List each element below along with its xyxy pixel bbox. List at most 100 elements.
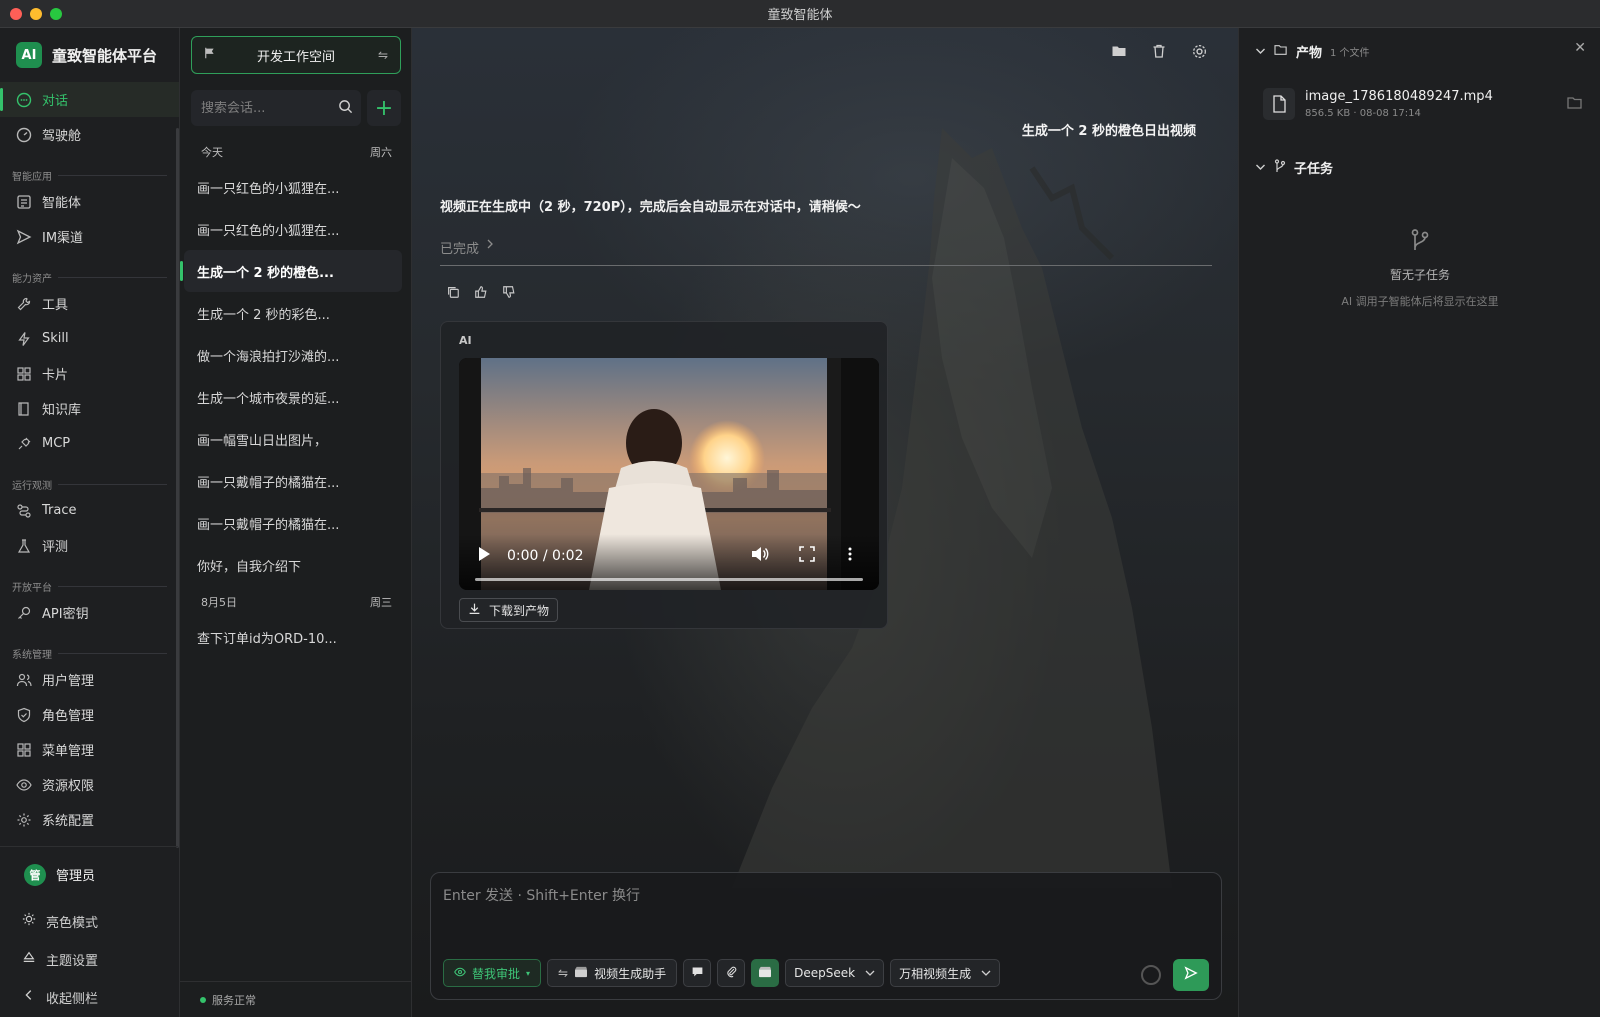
session-item[interactable]: 做一个海浪拍打沙滩的...: [184, 334, 402, 376]
flask-icon: [16, 538, 32, 554]
user-message: 生成一个 2 秒的橙色日出视频: [1021, 124, 1196, 139]
sidebar-scrollbar[interactable]: [176, 128, 179, 848]
swap-icon: ⇋: [558, 966, 569, 980]
model-select[interactable]: DeepSeek: [785, 959, 885, 987]
session-search-input[interactable]: [201, 100, 331, 116]
nav-item-label: 卡片: [42, 368, 69, 383]
session-item[interactable]: 画一幅雪山日出图片，: [184, 418, 402, 460]
message-input[interactable]: [443, 885, 1203, 935]
book-icon: [16, 401, 32, 417]
nav-item-tools[interactable]: 工具: [0, 286, 179, 321]
send-icon: [16, 229, 32, 245]
download-icon: [468, 602, 481, 618]
session-item[interactable]: 画一只红色的小狐狸在...: [184, 208, 402, 250]
file-icon: [1263, 88, 1295, 120]
video-progress-bar[interactable]: [475, 578, 863, 581]
thumbs-down-icon[interactable]: [502, 285, 516, 299]
minimize-window-button[interactable]: [30, 8, 42, 20]
window-controls: [10, 8, 62, 20]
nav-item-agents[interactable]: 智能体: [0, 184, 179, 219]
theme-settings-button[interactable]: 主题设置: [0, 940, 178, 978]
session-item[interactable]: 查下订单id为ORD-10...: [184, 616, 402, 658]
fullscreen-icon[interactable]: [799, 546, 815, 566]
user-profile[interactable]: 管 管理员: [0, 847, 178, 902]
nav-group-title: 智能应用: [0, 152, 179, 184]
zoom-window-button[interactable]: [50, 8, 62, 20]
main-sidebar: AI 童致智能体平台 对话 驾驶舱 智能应用 智能体 IM渠道 能力资产 工具 …: [0, 28, 180, 1017]
nav-group-title: 能力资产: [0, 254, 179, 286]
avatar: 管: [24, 863, 46, 886]
nav-item-knowledge-base[interactable]: 知识库: [0, 391, 179, 426]
nav-item-cards[interactable]: 卡片: [0, 356, 179, 391]
close-icon[interactable]: ✕: [1574, 40, 1586, 56]
nav-item-skill[interactable]: Skill: [0, 321, 179, 356]
subtasks-header[interactable]: 子任务: [1255, 158, 1333, 177]
volume-icon[interactable]: [751, 546, 769, 566]
nav-item-role-management[interactable]: 角色管理: [0, 697, 179, 732]
folder-icon[interactable]: [1110, 42, 1128, 60]
collapse-sidebar-button[interactable]: 收起侧栏: [0, 978, 178, 1016]
session-item[interactable]: 生成一个城市夜景的延...: [184, 376, 402, 418]
composer-toolbar: 替我审批 ▾ ⇋ 视频生成助手 DeepSeek 万相视频生成: [443, 959, 1001, 987]
artifacts-count: 1 个文件: [1330, 48, 1370, 59]
session-date: 8月5日: [201, 596, 237, 609]
nav-item-chat[interactable]: 对话: [0, 82, 179, 117]
download-to-artifacts-button[interactable]: 下载到产物: [459, 598, 559, 622]
generation-mode-select[interactable]: 万相视频生成: [890, 959, 1001, 987]
artifact-file-item[interactable]: image_1786180489247.mp4 856.5 KB · 08-08…: [1263, 88, 1583, 120]
new-session-button[interactable]: +: [367, 90, 401, 126]
eye-icon: [16, 777, 32, 793]
session-item[interactable]: 生成一个 2 秒的彩色...: [184, 292, 402, 334]
session-item[interactable]: 画一只戴帽子的橘猫在...: [184, 460, 402, 502]
nav-item-trace[interactable]: Trace: [0, 493, 179, 528]
send-icon: [1184, 966, 1198, 984]
session-search: [191, 90, 361, 126]
paperclip-icon: [725, 965, 738, 981]
nav-item-evaluation[interactable]: 评测: [0, 528, 179, 563]
close-window-button[interactable]: [10, 8, 22, 20]
nav-item-api-keys[interactable]: API密钥: [0, 595, 179, 630]
nav-item-user-management[interactable]: 用户管理: [0, 662, 179, 697]
chat-bubble-button[interactable]: [683, 959, 712, 987]
users-icon: [16, 672, 32, 688]
theme-settings-label: 主题设置: [46, 953, 99, 969]
search-icon[interactable]: [338, 99, 353, 118]
open-folder-icon[interactable]: [1567, 96, 1583, 114]
light-mode-toggle[interactable]: 亮色模式: [0, 902, 178, 940]
video-mode-button[interactable]: [751, 959, 780, 987]
attach-button[interactable]: [717, 959, 746, 987]
nav-item-dashboard[interactable]: 驾驶舱: [0, 117, 179, 152]
nav-item-menu-management[interactable]: 菜单管理: [0, 732, 179, 767]
more-options-icon[interactable]: [847, 546, 853, 566]
workspace-name: 开发工作空间: [256, 49, 335, 65]
nav-item-label: 资源权限: [42, 779, 95, 794]
completed-toggle[interactable]: 已完成: [440, 238, 1212, 266]
video-player[interactable]: 0:00 / 0:02: [459, 358, 879, 590]
send-button[interactable]: [1173, 959, 1209, 991]
ai-message: 视频正在生成中（2 秒，720P），完成后会自动显示在对话中，请稍候～: [440, 200, 861, 215]
nav-item-resource-permissions[interactable]: 资源权限: [0, 767, 179, 802]
session-item-active[interactable]: 生成一个 2 秒的橙色...: [180, 250, 402, 292]
service-status-text: 服务正常: [212, 993, 256, 1007]
agent-selector[interactable]: ⇋ 视频生成助手: [547, 959, 678, 987]
approve-for-me-toggle[interactable]: 替我审批 ▾: [443, 959, 542, 987]
copy-icon[interactable]: [446, 285, 460, 299]
session-list: 今天 周六 画一只红色的小狐狸在... 画一只红色的小狐狸在... 生成一个 2…: [180, 136, 412, 658]
session-item[interactable]: 画一只戴帽子的橘猫在...: [184, 502, 402, 544]
session-item[interactable]: 画一只红色的小狐狸在...: [184, 166, 402, 208]
settings-icon[interactable]: [1190, 42, 1208, 60]
trash-icon[interactable]: [1150, 42, 1168, 60]
workspace-switcher[interactable]: 开发工作空间 ⇋: [191, 36, 401, 74]
thumbs-up-icon[interactable]: [474, 285, 488, 299]
message-actions: [446, 285, 516, 299]
session-item[interactable]: 你好，自我介绍下: [184, 544, 402, 586]
artifacts-header[interactable]: 产物 1 个文件: [1255, 42, 1370, 61]
nav-item-im-channel[interactable]: IM渠道: [0, 219, 179, 254]
chevron-down-icon: ▾: [526, 968, 531, 978]
play-icon[interactable]: [477, 546, 491, 566]
theme-icon: [22, 950, 36, 968]
file-meta: 856.5 KB · 08-08 17:14: [1305, 108, 1493, 119]
wrench-icon: [16, 296, 32, 312]
nav-item-mcp[interactable]: MCP: [0, 426, 179, 461]
nav-item-system-config[interactable]: 系统配置: [0, 802, 179, 837]
